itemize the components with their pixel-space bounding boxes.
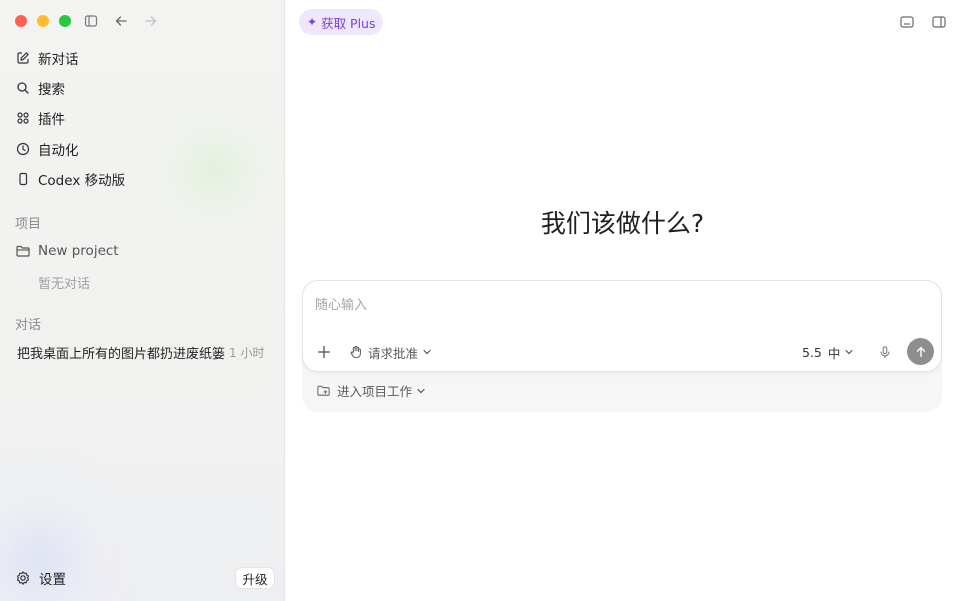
zoom-window-button[interactable]: [59, 15, 71, 27]
nav-new-chat[interactable]: 新对话: [15, 47, 79, 69]
close-window-button[interactable]: [15, 15, 27, 27]
toggle-sidebar-icon[interactable]: [83, 13, 99, 29]
folder-icon: [15, 243, 31, 259]
nav-label: 搜索: [38, 82, 65, 98]
conversation-title: 把我桌面上所有的图片都扔进废纸篓: [17, 347, 226, 362]
project-label: New project: [38, 243, 119, 259]
upgrade-button[interactable]: 升级: [235, 567, 275, 589]
nav-codex-mobile[interactable]: Codex 移动版: [15, 168, 125, 190]
composer-box[interactable]: 随心输入 请求批准 5.5 中: [302, 280, 942, 372]
nav-search[interactable]: 搜索: [15, 77, 65, 99]
microphone-icon: [880, 346, 890, 359]
get-plus-label: 获取 Plus: [321, 15, 376, 31]
search-icon: [15, 80, 31, 96]
project-work-label: 进入项目工作: [337, 384, 413, 399]
nav-label: 自动化: [38, 143, 79, 159]
effort-label: 中: [827, 345, 841, 361]
mobile-phone-icon: [15, 171, 31, 187]
project-work-dropdown[interactable]: 进入项目工作: [316, 381, 426, 400]
settings-button[interactable]: 设置: [15, 568, 66, 588]
composer-container: 随心输入 请求批准 5.5 中 进入项目工作: [302, 280, 942, 412]
chevron-down-icon: [844, 347, 854, 357]
terminal-panel-icon[interactable]: [899, 14, 915, 30]
composer-input[interactable]: 随心输入: [315, 294, 367, 313]
chevron-down-icon: [422, 347, 432, 357]
nav-automation[interactable]: 自动化: [15, 138, 79, 160]
nav-label: 插件: [38, 112, 65, 128]
project-empty-text: 暂无对话: [38, 277, 91, 292]
forward-arrow-icon[interactable]: [143, 13, 159, 29]
get-plus-button[interactable]: ✦ 获取 Plus: [299, 9, 384, 35]
plugins-grid-icon: [15, 110, 31, 126]
clock-icon: [15, 141, 31, 157]
project-new-project[interactable]: New project: [15, 240, 119, 262]
add-attachment-button[interactable]: [316, 341, 332, 363]
conversation-time: 1 小时: [229, 346, 265, 360]
sparkle-icon: ✦: [307, 15, 318, 29]
projects-section-label: 项目: [15, 217, 42, 232]
arrow-up-icon: [916, 346, 925, 357]
conversations-section-label: 对话: [15, 318, 42, 333]
right-sidebar-toggle-icon[interactable]: [931, 14, 947, 30]
model-version: 5.5: [802, 344, 822, 360]
model-selector-dropdown[interactable]: 5.5 中: [802, 341, 854, 363]
approval-mode-dropdown[interactable]: 请求批准: [349, 341, 432, 363]
sidebar: 新对话 搜索 插件 自动化 Codex 移动版 项目 New project 暂…: [0, 0, 285, 601]
hand-icon: [349, 345, 363, 359]
edit-icon: [15, 50, 31, 66]
send-button[interactable]: [907, 338, 934, 365]
nav-plugins[interactable]: 插件: [15, 107, 65, 129]
microphone-button[interactable]: [878, 341, 892, 363]
conversation-item[interactable]: 把我桌面上所有的图片都扔进废纸篓 1 小时: [17, 343, 272, 362]
settings-label: 设置: [39, 572, 66, 588]
plus-icon: [317, 345, 331, 359]
page-heading: 我们该做什么?: [540, 209, 705, 238]
chevron-down-icon: [416, 386, 426, 396]
folder-plus-icon: [316, 383, 331, 398]
approval-mode-label: 请求批准: [368, 345, 419, 361]
gear-icon: [15, 570, 31, 586]
main-panel: ✦ 获取 Plus 我们该做什么? 随心输入 请求批准 5.5 中 进入项目工作: [285, 0, 960, 601]
nav-label: 新对话: [38, 52, 79, 68]
nav-label: Codex 移动版: [38, 173, 126, 189]
back-arrow-icon[interactable]: [113, 13, 129, 29]
minimize-window-button[interactable]: [37, 15, 49, 27]
